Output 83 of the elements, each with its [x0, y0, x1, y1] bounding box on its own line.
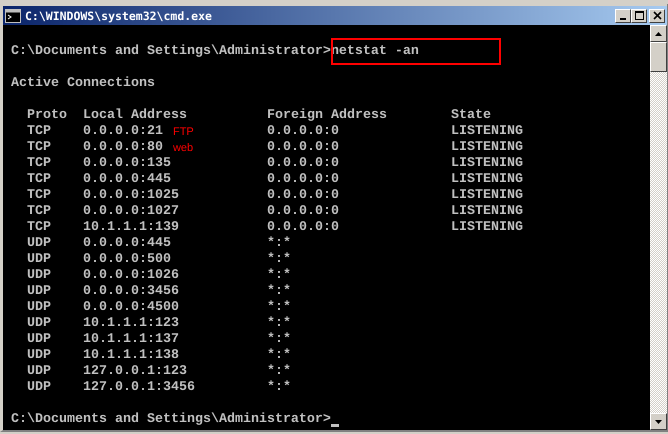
table-cell: LISTENING: [451, 188, 523, 204]
command-text: netstat -an: [330, 44, 419, 60]
prompt-text: C:\Documents and Settings\Administrator>: [11, 44, 331, 60]
table-cell-text: *:*: [267, 268, 292, 284]
close-button[interactable]: [649, 8, 665, 22]
maximize-button[interactable]: [631, 8, 647, 22]
table-cell-text: UDP: [27, 252, 52, 268]
table-cell-text: 0.0.0.0:0: [267, 172, 340, 188]
maximize-icon: [634, 11, 644, 20]
table-cell-text: UDP: [27, 236, 52, 252]
table-cell: 0.0.0.0:3456: [83, 284, 179, 300]
table-cell-text: *:*: [267, 332, 292, 348]
prompt-text: C:\Documents and Settings\Administrator>: [11, 412, 331, 428]
annotation-label: web: [172, 141, 194, 156]
table-cell: 127.0.0.1:123: [83, 364, 187, 380]
column-header: Proto: [27, 108, 68, 124]
scroll-down-button[interactable]: [650, 413, 667, 430]
table-cell: LISTENING: [451, 204, 523, 220]
table-cell: 0.0.0.0:500: [83, 252, 171, 268]
up-arrow-icon: [655, 32, 662, 36]
table-cell: 0.0.0.0:445: [83, 172, 171, 188]
table-cell: LISTENING: [451, 140, 523, 156]
table-cell-text: TCP: [27, 140, 52, 156]
down-arrow-icon: [655, 420, 662, 424]
table-cell-text: 0.0.0.0:0: [267, 140, 340, 156]
text-cursor: [330, 424, 339, 427]
table-cell: LISTENING: [451, 156, 523, 172]
table-cell-text: TCP: [27, 156, 52, 172]
table-cell-text: *:*: [267, 348, 292, 364]
table-cell: LISTENING: [451, 172, 523, 188]
table-cell: 10.1.1.1:137: [83, 332, 179, 348]
table-cell-text: *:*: [267, 300, 292, 316]
scroll-up-button[interactable]: [650, 25, 667, 42]
table-cell-text: *:*: [267, 236, 292, 252]
table-cell: 127.0.0.1:3456: [83, 380, 195, 396]
table-cell: LISTENING: [451, 124, 523, 140]
table-cell-text: UDP: [27, 316, 52, 332]
minimize-icon: [620, 18, 626, 20]
column-header: Local Address: [83, 108, 188, 124]
table-cell-text: UDP: [27, 332, 52, 348]
table-cell-text: TCP: [27, 172, 52, 188]
table-cell: LISTENING: [451, 220, 523, 236]
annotation-label: FTP: [172, 125, 194, 140]
table-cell-text: *:*: [267, 284, 292, 300]
terminal-icon: [5, 8, 21, 22]
table-cell: 0.0.0.0:21: [83, 124, 163, 140]
table-cell-text: 0.0.0.0:0: [267, 204, 340, 220]
table-cell-text: UDP: [27, 300, 52, 316]
table-cell-text: UDP: [27, 348, 52, 364]
table-cell: 10.1.1.1:138: [83, 348, 179, 364]
table-cell-text: 0.0.0.0:0: [267, 188, 340, 204]
table-cell-text: TCP: [27, 124, 52, 140]
table-cell-text: TCP: [27, 220, 52, 236]
scrollbar-thumb[interactable]: [650, 42, 667, 72]
column-header: Foreign Address: [267, 108, 388, 124]
table-cell-text: *:*: [267, 364, 292, 380]
close-icon: [652, 11, 662, 20]
window-title: C:\WINDOWS\system32\cmd.exe: [25, 8, 213, 22]
table-cell-text: 0.0.0.0:0: [267, 124, 340, 140]
table-cell-text: 0.0.0.0:0: [267, 220, 340, 236]
table-cell: 10.1.1.1:123: [83, 316, 179, 332]
column-header: State: [451, 108, 491, 124]
table-cell: 0.0.0.0:1025: [83, 188, 179, 204]
table-cell: 0.0.0.0:1026: [83, 268, 179, 284]
table-cell: 0.0.0.0:4500: [83, 300, 179, 316]
table-cell: 0.0.0.0:1027: [83, 204, 179, 220]
table-cell-text: *:*: [267, 252, 292, 268]
table-cell: 0.0.0.0:135: [83, 156, 171, 172]
table-cell: 0.0.0.0:80: [83, 140, 163, 156]
table-cell-text: TCP: [27, 188, 52, 204]
table-cell-text: UDP: [27, 284, 52, 300]
table-cell: 10.1.1.1:139: [83, 220, 179, 236]
table-cell-text: TCP: [27, 204, 52, 220]
table-cell-text: UDP: [27, 380, 52, 396]
table-cell-text: UDP: [27, 364, 52, 380]
table-cell-text: *:*: [267, 316, 292, 332]
table-cell: 0.0.0.0:445: [83, 236, 171, 252]
section-heading: Active Connections: [11, 76, 155, 92]
table-cell-text: *:*: [267, 380, 292, 396]
table-cell-text: UDP: [27, 268, 52, 284]
table-cell-text: 0.0.0.0:0: [267, 156, 340, 172]
vertical-scrollbar[interactable]: [650, 25, 667, 430]
minimize-button[interactable]: [615, 8, 631, 22]
